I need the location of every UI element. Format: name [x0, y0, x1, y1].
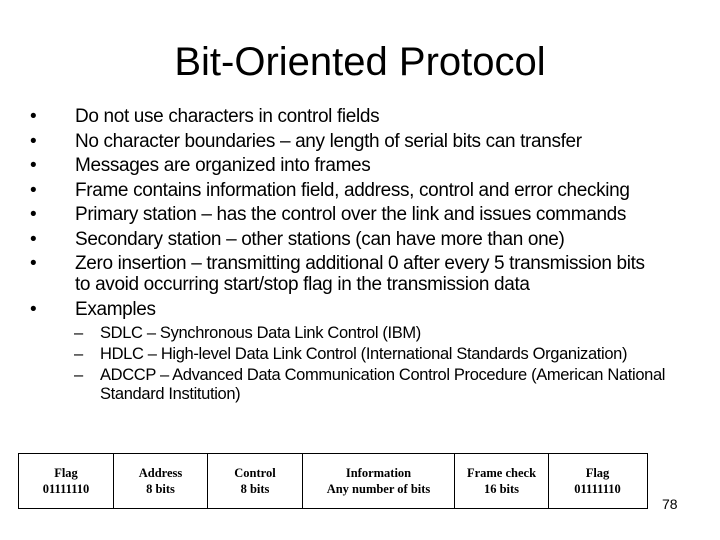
bullet-icon: •	[30, 179, 37, 201]
bullet-text: Do not use characters in control fields	[75, 106, 380, 127]
bullet-icon: •	[30, 298, 37, 320]
dash-icon: –	[74, 366, 83, 384]
bullet-icon: •	[30, 228, 37, 250]
frame-format-diagram: Flag 01111110 Address 8 bits Control 8 b…	[18, 453, 648, 509]
bullet-text: Examples	[75, 298, 156, 320]
bullet-item: • Zero insertion – transmitting additiona…	[28, 253, 655, 295]
sub-bullet-text: SDLC – Synchronous Data Link Control (IB…	[100, 324, 421, 342]
frame-field-information: Information Any number of bits	[303, 454, 455, 508]
bullet-item: • Messages are organized into frames	[28, 155, 718, 176]
field-name: Information	[345, 466, 412, 480]
bullet-icon: •	[30, 130, 37, 152]
bullet-icon: •	[30, 204, 37, 225]
frame-field-control: Control 8 bits	[208, 454, 303, 508]
field-value: 01111110	[42, 482, 90, 496]
dash-icon: –	[74, 345, 83, 363]
field-value: 8 bits	[240, 482, 270, 496]
bullet-text: Zero insertion – transmitting additional…	[75, 253, 645, 295]
sub-bullet-list: – SDLC – Synchronous Data Link Control (I…	[74, 324, 714, 406]
bullet-text: Messages are organized into frames	[75, 155, 371, 176]
bullet-item: • Examples	[28, 299, 718, 320]
sub-bullet-item: – ADCCP – Advanced Data Communication Con…	[74, 366, 680, 404]
bullet-item: • Secondary station – other stations (can…	[28, 229, 718, 250]
field-value: 8 bits	[146, 482, 175, 496]
field-name: Address	[138, 466, 183, 480]
dash-icon: –	[74, 324, 83, 342]
field-name: Control	[234, 466, 276, 480]
bullet-text: No character boundaries – any length of …	[75, 130, 582, 152]
frame-field-address: Address 8 bits	[114, 454, 208, 508]
bullet-icon: •	[30, 106, 37, 127]
frame-field-frame-check: Frame check 16 bits	[455, 454, 549, 508]
page-number: 78	[662, 496, 678, 512]
bullet-icon: •	[30, 253, 37, 274]
bullet-item: • Do not use characters in control fields	[28, 106, 718, 127]
bullet-item: • No character boundaries – any length of…	[28, 131, 718, 152]
bullet-text: Secondary station – other stations (can …	[75, 228, 565, 250]
slide-title: Bit-Oriented Protocol	[174, 40, 546, 84]
field-name: Frame check	[466, 466, 537, 480]
bullet-text: Primary station – has the control over t…	[75, 204, 627, 225]
sub-bullet-item: – HDLC – High-level Data Link Control (In…	[74, 345, 714, 364]
field-name: Flag	[585, 466, 610, 480]
field-value: 16 bits	[483, 482, 520, 496]
bullet-list: • Do not use characters in control fields…	[28, 106, 718, 323]
bullet-item: • Frame contains information field, addre…	[28, 180, 718, 201]
sub-bullet-text: HDLC – High-level Data Link Control (Int…	[100, 345, 628, 363]
field-name: Flag	[54, 466, 78, 480]
frame-field-flag-start: Flag 01111110	[19, 454, 114, 508]
frame-field-flag-end: Flag 01111110	[549, 454, 646, 508]
bullet-item: • Primary station – has the control over …	[28, 204, 718, 225]
bullet-text: Frame contains information field, addres…	[75, 179, 630, 201]
bullet-icon: •	[30, 155, 37, 176]
field-value: 01111110	[574, 482, 621, 496]
sub-bullet-item: – SDLC – Synchronous Data Link Control (I…	[74, 324, 714, 343]
sub-bullet-text: ADCCP – Advanced Data Communication Cont…	[100, 366, 666, 403]
field-value: Any number of bits	[326, 482, 431, 496]
